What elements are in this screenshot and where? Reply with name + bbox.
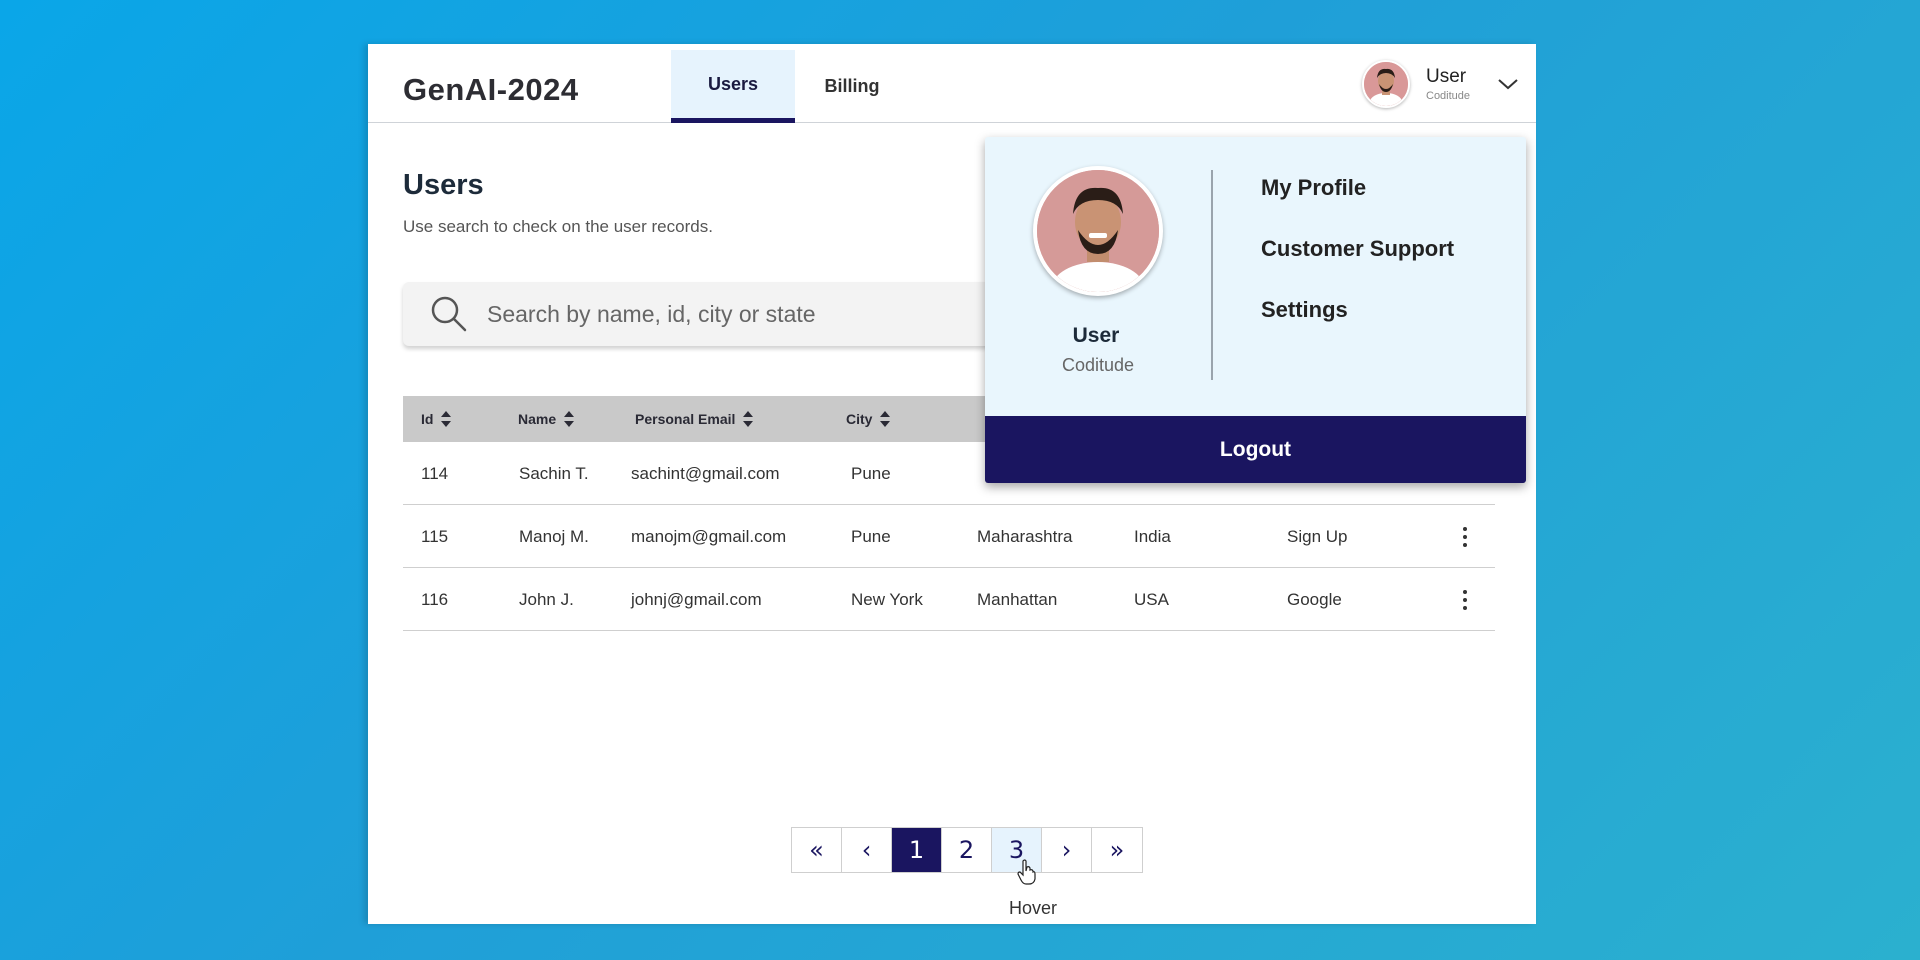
next-page-button[interactable]: › <box>1042 828 1092 872</box>
dropdown-user-org: Coditude <box>1061 355 1135 375</box>
user-name: User <box>1426 66 1467 87</box>
table-row[interactable]: 115 Manoj M. manojm@gmail.com Pune Mahar… <box>403 505 1495 568</box>
menu-item-my-profile[interactable]: My Profile <box>1261 175 1366 201</box>
column-header-name[interactable]: Name <box>518 396 575 442</box>
last-page-button[interactable]: » <box>1092 828 1142 872</box>
cell-country: USA <box>1134 589 1169 609</box>
avatar <box>1033 166 1163 296</box>
tab-users[interactable]: Users <box>671 50 795 123</box>
dropdown-user-name: User <box>1072 324 1120 347</box>
page-subtitle: Use search to check on the user records. <box>403 217 713 236</box>
brand-logo: GenAI-2024 <box>403 72 579 107</box>
menu-item-settings[interactable]: Settings <box>1261 297 1348 323</box>
cell-state: Manhattan <box>977 589 1058 609</box>
cell-id: 116 <box>421 589 449 609</box>
cell-city: Pune <box>851 526 891 546</box>
column-header-id[interactable]: Id <box>421 396 452 442</box>
cell-email: manojm@gmail.com <box>631 526 787 546</box>
sort-icon <box>441 411 452 427</box>
cell-country: India <box>1134 526 1171 546</box>
page-button-2[interactable]: 2 <box>942 828 992 872</box>
avatar <box>1362 60 1410 108</box>
divider <box>1211 170 1213 380</box>
cell-source: Sign Up <box>1287 526 1348 546</box>
hover-caption: Hover <box>1009 898 1058 918</box>
table-row[interactable]: 116 John J. johnj@gmail.com New York Man… <box>403 568 1495 631</box>
cell-id: 114 <box>421 463 449 483</box>
cell-state: Maharashtra <box>977 526 1073 546</box>
cell-name: Sachin T. <box>519 463 589 483</box>
first-page-button[interactable]: « <box>792 828 842 872</box>
user-menu-trigger[interactable]: User Coditude <box>1362 58 1470 110</box>
cell-city: New York <box>851 589 923 609</box>
column-header-email[interactable]: Personal Email <box>635 396 754 442</box>
sort-icon <box>564 411 575 427</box>
avatar-image <box>1364 62 1408 106</box>
app-window: GenAI-2024 Users Billing User Coditude U… <box>368 44 1536 924</box>
cell-id: 115 <box>421 526 449 546</box>
hand-cursor-icon <box>1017 859 1036 885</box>
menu-item-customer-support[interactable]: Customer Support <box>1261 236 1454 262</box>
cell-name: John J. <box>519 589 574 609</box>
page-button-1[interactable]: 1 <box>892 828 942 872</box>
row-actions-icon[interactable] <box>1455 525 1475 549</box>
cell-city: Pune <box>851 463 891 483</box>
user-org: Coditude <box>1426 90 1471 102</box>
column-header-city[interactable]: City <box>846 396 891 442</box>
logout-button[interactable]: Logout <box>985 416 1526 483</box>
user-dropdown-menu: User Coditude My Profile Customer Suppor… <box>985 137 1526 483</box>
chevron-down-icon[interactable] <box>1496 72 1520 96</box>
cell-email: sachint@gmail.com <box>631 463 780 483</box>
sort-icon <box>880 411 891 427</box>
top-navigation-bar: GenAI-2024 Users Billing User Coditude <box>368 44 1536 123</box>
search-icon <box>431 296 467 332</box>
sort-icon <box>743 411 754 427</box>
tab-billing[interactable]: Billing <box>795 50 909 123</box>
cell-email: johnj@gmail.com <box>631 589 762 609</box>
prev-page-button[interactable]: ‹ <box>842 828 892 872</box>
page-title: Users <box>403 169 484 201</box>
cell-source: Google <box>1287 589 1342 609</box>
row-actions-icon[interactable] <box>1455 588 1475 612</box>
cell-name: Manoj M. <box>519 526 589 546</box>
avatar-image <box>1037 170 1159 292</box>
pagination: « ‹ 1 2 3 › » <box>791 827 1143 873</box>
